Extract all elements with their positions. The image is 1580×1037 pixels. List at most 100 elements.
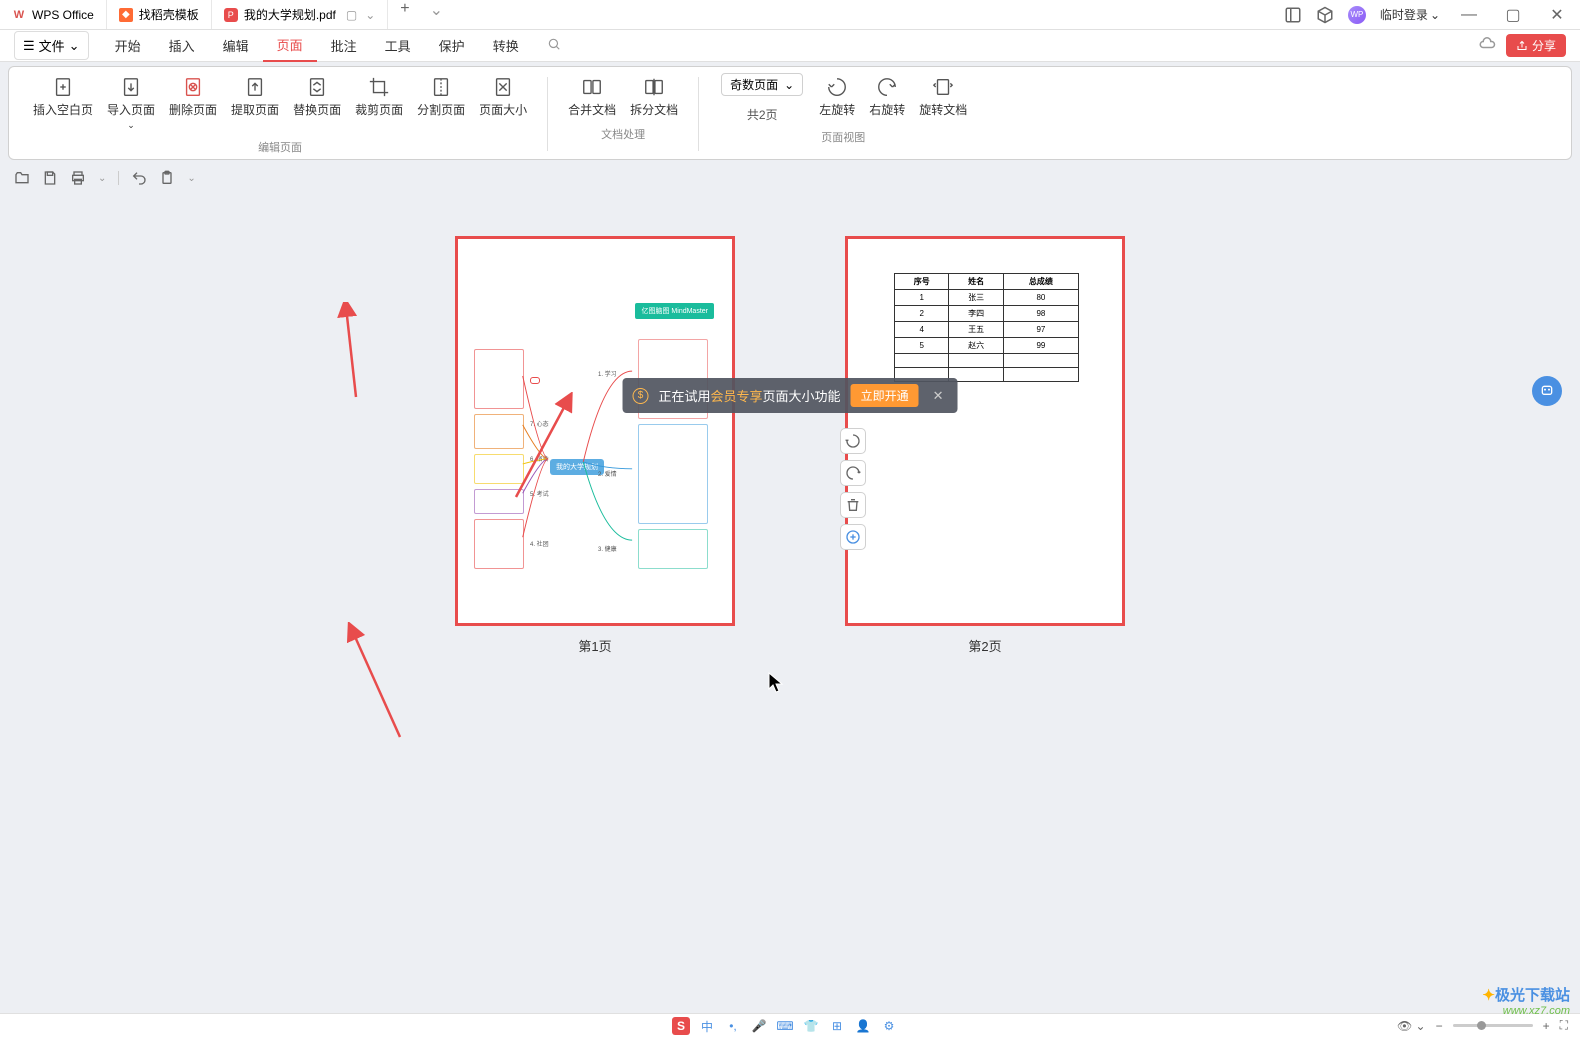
status-right: 👁 ⌄ − + ⛶ [1397, 1018, 1568, 1033]
ime-user-icon[interactable]: 👤 [854, 1017, 872, 1035]
group-label-view: 页面视图 [821, 129, 865, 145]
close-icon[interactable]: ✕ [929, 388, 948, 404]
cube-icon[interactable] [1316, 6, 1334, 24]
tab-templates[interactable]: ◆ 找稻壳模板 [107, 0, 212, 29]
ime-punct-icon[interactable]: •, [724, 1017, 742, 1035]
mouse-cursor [768, 672, 784, 694]
table-row: 序号 姓名 总成绩 [895, 274, 1079, 290]
page-select-dropdown[interactable]: 奇数页面⌄ [721, 73, 803, 96]
data-table: 序号 姓名 总成绩 1张三80 2李四98 4王五97 5赵六99 [894, 273, 1079, 382]
table-row: 5赵六99 [895, 338, 1079, 354]
zoom-handle[interactable] [1477, 1021, 1486, 1030]
rotate-ccw-button[interactable] [840, 428, 866, 454]
tab-dropdown-icon[interactable]: ⌄ [365, 8, 375, 22]
new-tab-button[interactable]: + [388, 0, 421, 29]
tab-window-icon[interactable]: ▢ [346, 8, 357, 22]
group-label-doc: 文档处理 [601, 126, 645, 142]
login-status[interactable]: 临时登录 ⌄ [1380, 6, 1440, 23]
ime-lang-icon[interactable]: 中 [698, 1017, 716, 1035]
maximize-button[interactable]: ▢ [1498, 0, 1528, 30]
menu-page[interactable]: 页面 [263, 29, 317, 62]
tab-wps-home[interactable]: W WPS Office [0, 0, 107, 29]
chevron-down-icon: ⌄ [1430, 8, 1440, 22]
ime-keyboard-icon[interactable]: ⌨ [776, 1017, 794, 1035]
merge-icon [580, 75, 604, 99]
tab-label: 找稻壳模板 [139, 6, 199, 23]
group-label-edit: 编辑页面 [258, 139, 302, 155]
ime-tool-icon[interactable]: ⊞ [828, 1017, 846, 1035]
tab-document[interactable]: P 我的大学规划.pdf ▢ ⌄ [212, 0, 388, 29]
open-icon[interactable] [14, 170, 30, 186]
menu-protect[interactable]: 保护 [425, 30, 479, 61]
print-icon[interactable] [70, 170, 86, 186]
split-page-button[interactable]: 分割页面 [411, 73, 471, 133]
rotate-doc-button[interactable]: 旋转文档 [913, 73, 973, 120]
chevron-down-icon[interactable]: ⌄ [187, 173, 195, 184]
page-2-thumbnail[interactable]: 序号 姓名 总成绩 1张三80 2李四98 4王五97 5赵六99 [845, 236, 1125, 626]
menu-convert[interactable]: 转换 [479, 30, 533, 61]
chevron-down-icon: ⌄ [127, 120, 135, 131]
pages-container: 亿图脑图 MindMaster 我的大学规划 7. 心态 6. 宿舍 5. 考试… [0, 192, 1580, 655]
chevron-down-icon: ⌄ [784, 78, 794, 92]
ime-mic-icon[interactable]: 🎤 [750, 1017, 768, 1035]
table-row: 4王五97 [895, 322, 1079, 338]
menu-insert[interactable]: 插入 [155, 30, 209, 61]
split-doc-button[interactable]: 拆分文档 [624, 73, 684, 120]
split-doc-icon [642, 75, 666, 99]
extract-page-button[interactable]: 提取页面 [225, 73, 285, 133]
zoom-out-button[interactable]: − [1436, 1019, 1443, 1033]
merge-doc-button[interactable]: 合并文档 [562, 73, 622, 120]
zoom-in-button[interactable]: + [1543, 1019, 1550, 1033]
tab-label: WPS Office [32, 8, 94, 22]
insert-blank-page-button[interactable]: 插入空白页 [27, 73, 99, 133]
page-1-thumbnail[interactable]: 亿图脑图 MindMaster 我的大学规划 7. 心态 6. 宿舍 5. 考试… [455, 236, 735, 626]
rotate-cw-button[interactable] [840, 460, 866, 486]
rotate-left-button[interactable]: 左旋转 [813, 73, 861, 120]
trial-alert: $ 正在试用会员专享页面大小功能 立即开通 ✕ [623, 378, 958, 413]
zoom-fit-icon[interactable]: ⛶ [1560, 1018, 1568, 1033]
ribbon-group-doc: 合并文档 拆分文档 文档处理 [554, 73, 692, 155]
zoom-slider[interactable] [1453, 1024, 1533, 1027]
delete-page-button[interactable]: 删除页面 [163, 73, 223, 133]
panel-icon[interactable] [1284, 6, 1302, 24]
page-2-label: 第2页 [968, 636, 1001, 655]
clipboard-icon[interactable] [159, 170, 175, 186]
undo-icon[interactable] [131, 170, 147, 186]
cloud-icon[interactable] [1478, 34, 1496, 57]
minimize-button[interactable]: — [1454, 0, 1484, 30]
rotate-doc-icon [931, 75, 955, 99]
share-button[interactable]: 分享 [1506, 34, 1566, 57]
add-page-button[interactable] [840, 524, 866, 550]
delete-button[interactable] [840, 492, 866, 518]
tab-overflow-icon[interactable]: ⌄ [422, 0, 451, 29]
col-header: 总成绩 [1003, 274, 1078, 290]
eye-icon[interactable]: 👁 ⌄ [1397, 1019, 1426, 1033]
extract-page-icon [243, 75, 267, 99]
page-size-button[interactable]: 页面大小 [473, 73, 533, 133]
menubar: ☰ 文件 ⌄ 开始 插入 编辑 页面 批注 工具 保护 转换 分享 [0, 30, 1580, 62]
ime-settings-icon[interactable]: ⚙ [880, 1017, 898, 1035]
chevron-down-icon[interactable]: ⌄ [98, 173, 106, 184]
menu-start[interactable]: 开始 [101, 30, 155, 61]
menu-tools[interactable]: 工具 [371, 30, 425, 61]
menu-edit[interactable]: 编辑 [209, 30, 263, 61]
ai-assistant-button[interactable] [1532, 376, 1562, 406]
ime-sogou-icon[interactable]: S [672, 1017, 690, 1035]
ribbon-group-view: 奇数页面⌄ 共2页 左旋转 右旋转 旋转文档 页面视图 [705, 73, 981, 155]
table-row [895, 354, 1079, 368]
import-page-button[interactable]: 导入页面⌄ [101, 73, 161, 133]
quick-toolbar: ⌄ ⌄ [0, 164, 1580, 192]
menu-search[interactable] [533, 31, 575, 60]
avatar[interactable]: WP [1348, 6, 1366, 24]
rotate-right-button[interactable]: 右旋转 [863, 73, 911, 120]
save-icon[interactable] [42, 170, 58, 186]
crop-page-button[interactable]: 裁剪页面 [349, 73, 409, 133]
page-2-column: 序号 姓名 总成绩 1张三80 2李四98 4王五97 5赵六99 第2页 [845, 236, 1125, 655]
replace-page-button[interactable]: 替换页面 [287, 73, 347, 133]
close-button[interactable]: ✕ [1542, 0, 1572, 30]
file-menu[interactable]: ☰ 文件 ⌄ [14, 31, 89, 60]
menu-annotate[interactable]: 批注 [317, 30, 371, 61]
ime-skin-icon[interactable]: 👕 [802, 1017, 820, 1035]
share-label: 分享 [1532, 37, 1556, 54]
upgrade-button[interactable]: 立即开通 [851, 384, 919, 407]
